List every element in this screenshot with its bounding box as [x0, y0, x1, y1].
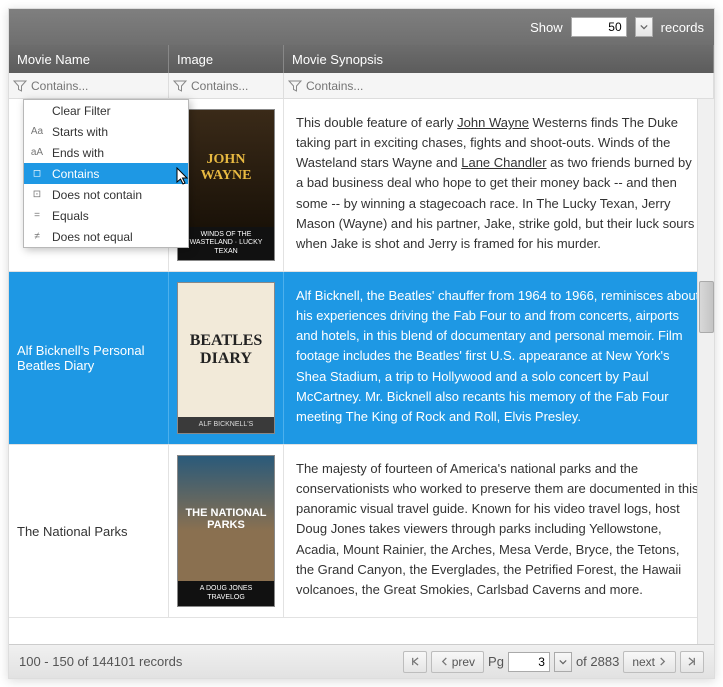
- chevron-down-icon: [640, 23, 648, 31]
- funnel-icon[interactable]: [288, 79, 302, 93]
- table-row[interactable]: Alf Bicknell's Personal Beatles DiaryBEA…: [9, 272, 714, 445]
- cell-image: THE NATIONAL PARKSA DOUG JONES TRAVELOG: [169, 445, 284, 617]
- op-icon: [30, 104, 44, 118]
- op-label: Ends with: [52, 146, 104, 160]
- op-icon: =: [30, 209, 44, 223]
- header-movie-name[interactable]: Movie Name: [9, 45, 169, 73]
- filter-menu-item[interactable]: ⊡ Does not contain: [24, 184, 188, 205]
- header-image[interactable]: Image: [169, 45, 284, 73]
- op-icon: ≠: [30, 230, 44, 244]
- pg-label: Pg: [488, 654, 504, 669]
- vertical-scrollbar[interactable]: [697, 99, 714, 644]
- grid-topbar: Show records: [9, 9, 714, 45]
- op-label: Contains: [52, 167, 99, 181]
- cell-movie-name: Alf Bicknell's Personal Beatles Diary: [9, 272, 169, 444]
- cell-movie-name: The National Parks: [9, 445, 169, 617]
- filter-input-synopsis[interactable]: [306, 79, 709, 93]
- filter-menu-item[interactable]: = Equals: [24, 205, 188, 226]
- column-headers: Movie Name Image Movie Synopsis: [9, 45, 714, 73]
- page-dropdown[interactable]: [554, 652, 572, 672]
- funnel-icon[interactable]: [13, 79, 27, 93]
- funnel-icon[interactable]: [173, 79, 187, 93]
- next-label: next: [632, 655, 655, 669]
- record-status: 100 - 150 of 144101 records: [19, 654, 182, 669]
- table-row[interactable]: The National ParksTHE NATIONAL PARKSA DO…: [9, 445, 714, 618]
- filter-operator-menu: Clear Filter Aa Starts with aA Ends with ◻ Con…: [23, 99, 189, 248]
- records-label: records: [661, 20, 704, 35]
- movie-poster: THE NATIONAL PARKSA DOUG JONES TRAVELOG: [177, 455, 275, 607]
- op-label: Does not contain: [52, 188, 142, 202]
- filter-menu-item[interactable]: Aa Starts with: [24, 121, 188, 142]
- filter-menu-item[interactable]: ≠ Does not equal: [24, 226, 188, 247]
- filter-menu-item[interactable]: ◻ Contains: [24, 163, 188, 184]
- chevron-down-icon: [559, 658, 567, 666]
- show-label: Show: [530, 20, 563, 35]
- last-page-button[interactable]: [680, 651, 704, 673]
- grid-footer: 100 - 150 of 144101 records prev Pg of 2…: [9, 644, 714, 678]
- filter-cell-image: [169, 73, 284, 98]
- next-page-button[interactable]: next: [623, 651, 676, 673]
- filter-cell-name: [9, 73, 169, 98]
- op-label: Does not equal: [52, 230, 133, 244]
- page-size-dropdown[interactable]: [635, 17, 653, 37]
- op-icon: Aa: [30, 125, 44, 139]
- prev-label: prev: [452, 655, 475, 669]
- data-grid: Show records Movie Name Image Movie Syno…: [8, 8, 715, 679]
- scrollbar-thumb[interactable]: [699, 281, 714, 333]
- op-label: Clear Filter: [52, 104, 111, 118]
- filter-cell-synopsis: [284, 73, 714, 98]
- cell-image: BEATLES DIARYALF BICKNELL'S: [169, 272, 284, 444]
- op-icon: ◻: [30, 167, 44, 181]
- cell-synopsis: Alf Bicknell, the Beatles' chauffer from…: [284, 272, 714, 444]
- prev-page-button[interactable]: prev: [431, 651, 484, 673]
- movie-poster: JOHN WAYNEWINDS OF THE WASTELAND · LUCKY…: [177, 109, 275, 261]
- page-number-input[interactable]: [508, 652, 550, 672]
- filter-row: [9, 73, 714, 99]
- filter-input-image[interactable]: [191, 79, 279, 93]
- op-icon: ⊡: [30, 188, 44, 202]
- page-size-input[interactable]: [571, 17, 627, 37]
- filter-menu-item[interactable]: Clear Filter: [24, 100, 188, 121]
- op-label: Starts with: [52, 125, 108, 139]
- header-synopsis[interactable]: Movie Synopsis: [284, 45, 714, 73]
- cell-synopsis: The majesty of fourteen of America's nat…: [284, 445, 714, 617]
- of-pages-label: of 2883: [576, 654, 619, 669]
- op-label: Equals: [52, 209, 89, 223]
- cell-synopsis: This double feature of early John Wayne …: [284, 99, 714, 271]
- filter-menu-item[interactable]: aA Ends with: [24, 142, 188, 163]
- first-page-button[interactable]: [403, 651, 427, 673]
- filter-input-name[interactable]: [31, 79, 164, 93]
- movie-poster: BEATLES DIARYALF BICKNELL'S: [177, 282, 275, 434]
- op-icon: aA: [30, 146, 44, 160]
